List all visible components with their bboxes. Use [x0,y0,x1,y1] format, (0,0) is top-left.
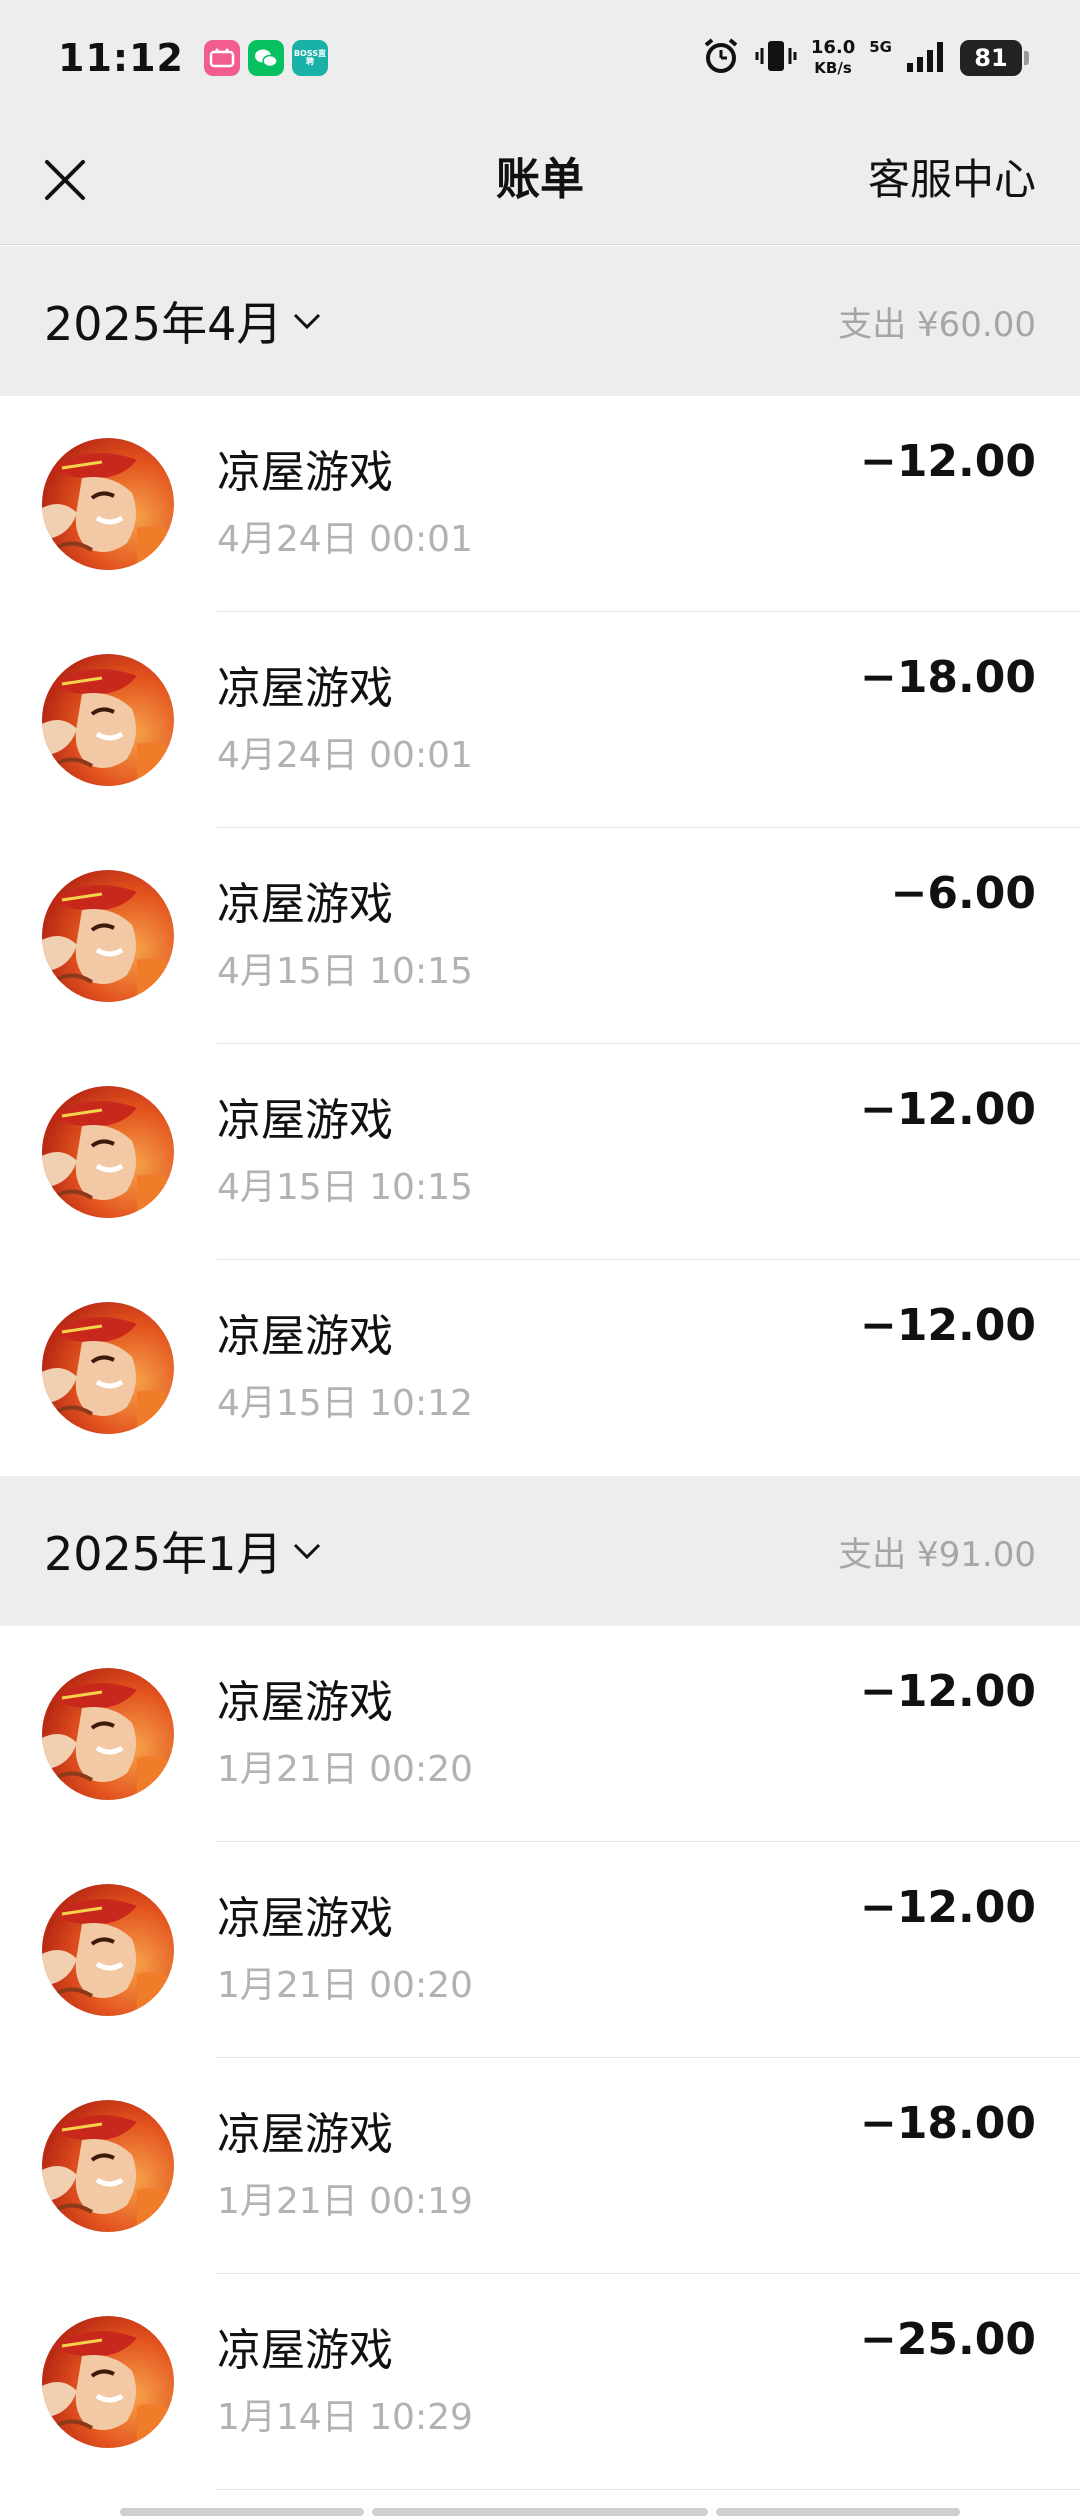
transaction-time: 1月21日 00:19 [217,2181,473,2222]
notification-icons: BOSS直聘 [203,39,328,76]
scroll-segment [120,2508,364,2516]
transaction-list: 凉屋游戏 4月24日 00:01 −12.00 凉屋游戏 4月24日 00:01… [0,396,1080,1476]
signal-icon [906,39,946,77]
boss-app-icon: BOSS直聘 [291,39,328,76]
network-type: 5G [869,37,892,56]
chevron-down-icon [294,1543,321,1560]
merchant-avatar [42,1884,174,2016]
merchant-avatar [42,1302,174,1434]
merchant-avatar [42,1668,174,1800]
transaction-amount: −6.00 [890,868,1036,919]
month-selector[interactable]: 2025年1月 [44,1518,322,1584]
network-speed: 16.0 KB/s [810,36,856,78]
month-selector[interactable]: 2025年4月 [44,288,322,354]
merchant-avatar [42,1086,174,1218]
transaction-time: 4月15日 10:12 [217,1383,473,1424]
merchant-name: 凉屋游戏 [217,1095,393,1146]
month-label: 2025年1月 [44,1527,283,1581]
transaction-amount: −18.00 [859,2098,1036,2149]
row-divider [217,2489,1080,2490]
battery-level: 81 [974,43,1008,72]
transaction-row[interactable]: 凉屋游戏 4月15日 10:12 −12.00 [0,1260,1080,1476]
transaction-amount: −12.00 [859,1882,1036,1933]
merchant-name: 凉屋游戏 [217,879,393,930]
transaction-row[interactable]: 凉屋游戏 1月21日 00:19 −18.00 [0,2058,1080,2274]
network-speed-unit: KB/s [814,58,852,77]
transaction-row[interactable]: 凉屋游戏 4月15日 10:15 −6.00 [0,828,1080,1044]
wechat-app-icon [247,39,284,76]
bilibili-app-icon [203,39,240,76]
merchant-name: 凉屋游戏 [217,663,393,714]
merchant-name: 凉屋游戏 [217,1893,393,1944]
month-header: 2025年1月 支出 ¥91.00 [0,1476,1080,1626]
transaction-time: 1月14日 10:29 [217,2397,473,2438]
transaction-time: 4月15日 10:15 [217,1167,473,1208]
boss-app-label: BOSS直聘 [293,48,326,66]
transaction-amount: −18.00 [859,652,1036,703]
merchant-avatar [42,654,174,786]
transaction-time: 4月15日 10:15 [217,951,473,992]
transaction-time: 4月24日 00:01 [217,519,473,560]
transaction-row[interactable]: 凉屋游戏 1月21日 00:20 −12.00 [0,1842,1080,2058]
merchant-name: 凉屋游戏 [217,2109,393,2160]
merchant-name: 凉屋游戏 [217,2325,393,2376]
alarm-icon [701,36,741,80]
transaction-amount: −12.00 [859,1300,1036,1351]
month-total: 支出 ¥60.00 [838,304,1036,345]
network-speed-value: 16.0 [810,36,856,58]
status-time: 11:12 [58,35,184,80]
nav-bar: 账单 客服中心 [0,115,1080,245]
transaction-list: 凉屋游戏 1月21日 00:20 −12.00 凉屋游戏 1月21日 00:20… [0,1626,1080,2490]
transaction-row[interactable]: 凉屋游戏 4月24日 00:01 −18.00 [0,612,1080,828]
month-label: 2025年4月 [44,297,283,351]
month-total: 支出 ¥91.00 [838,1534,1036,1575]
chevron-down-icon [294,313,321,330]
merchant-name: 凉屋游戏 [217,1311,393,1362]
transaction-time: 4月24日 00:01 [217,735,473,776]
scroll-indicator [120,2508,960,2516]
transaction-row[interactable]: 凉屋游戏 4月24日 00:01 −12.00 [0,396,1080,612]
month-header: 2025年4月 支出 ¥60.00 [0,246,1080,396]
transaction-row[interactable]: 凉屋游戏 4月15日 10:15 −12.00 [0,1044,1080,1260]
scroll-segment [372,2508,708,2516]
scroll-segment [716,2508,960,2516]
merchant-avatar [42,2100,174,2232]
customer-service-link[interactable]: 客服中心 [868,115,1036,245]
status-bar: 11:12 BOSS直聘 16.0 KB/s 5G 81 [0,0,1080,115]
merchant-avatar [42,438,174,570]
transaction-amount: −12.00 [859,1666,1036,1717]
battery-indicator: 81 [960,39,1029,76]
vibrate-icon [755,36,797,80]
transaction-amount: −12.00 [859,436,1036,487]
transaction-amount: −12.00 [859,1084,1036,1135]
status-indicators: 16.0 KB/s 5G 81 [701,36,1029,80]
merchant-name: 凉屋游戏 [217,447,393,498]
transaction-row[interactable]: 凉屋游戏 1月21日 00:20 −12.00 [0,1626,1080,1842]
merchant-avatar [42,2316,174,2448]
transaction-time: 1月21日 00:20 [217,1965,473,2006]
transaction-amount: −25.00 [859,2314,1036,2365]
merchant-avatar [42,870,174,1002]
transaction-row[interactable]: 凉屋游戏 1月14日 10:29 −25.00 [0,2274,1080,2490]
transaction-time: 1月21日 00:20 [217,1749,473,1790]
merchant-name: 凉屋游戏 [217,1677,393,1728]
